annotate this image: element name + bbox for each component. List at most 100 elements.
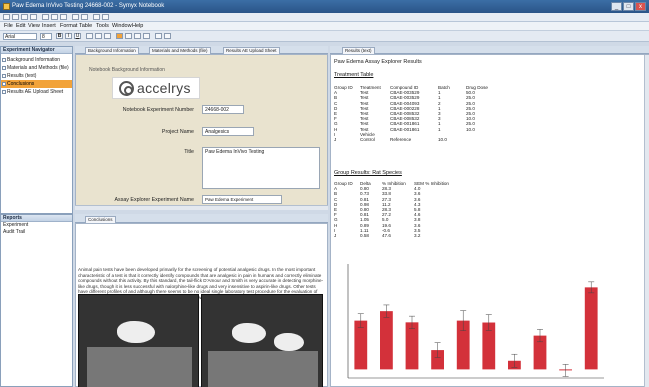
- cut-icon[interactable]: [42, 14, 49, 20]
- reports-header: Reports: [1, 215, 72, 222]
- list-icon[interactable]: [125, 33, 132, 39]
- redo-icon[interactable]: [81, 14, 88, 20]
- group-results-title: Group Results: Rat Species: [334, 170, 402, 176]
- treatment-cell: J: [334, 137, 337, 143]
- section-title: Notebook Background Information: [89, 67, 165, 73]
- logo-text: accelrys: [137, 80, 191, 96]
- align-right-icon[interactable]: [104, 33, 111, 39]
- project-name-field[interactable]: Analgesics: [202, 127, 254, 136]
- nav-item-materials[interactable]: Materials and Methods (file): [1, 64, 72, 72]
- chemistry-icon[interactable]: [155, 33, 162, 39]
- menu-insert[interactable]: Insert: [42, 23, 56, 29]
- italic-button[interactable]: I: [65, 33, 72, 39]
- align-center-icon[interactable]: [95, 33, 102, 39]
- link-icon[interactable]: [164, 33, 171, 39]
- experiment-number-label: Notebook Experiment Number: [122, 107, 194, 113]
- highlight-icon[interactable]: [116, 33, 123, 39]
- treatment-cell: Reference: [390, 137, 412, 143]
- menu-file[interactable]: File: [4, 23, 13, 29]
- rat-image: [274, 333, 304, 351]
- accelrys-logo: accelrys: [112, 77, 200, 99]
- close-button[interactable]: x: [635, 2, 646, 11]
- document-icon: [2, 74, 6, 78]
- image-icon[interactable]: [143, 33, 150, 39]
- font-select[interactable]: Arial: [3, 33, 37, 40]
- cage-floor: [87, 347, 192, 387]
- menu-view[interactable]: View: [28, 23, 40, 29]
- menu-format[interactable]: Format: [60, 23, 77, 29]
- document-icon: [2, 66, 6, 70]
- nav-item-background[interactable]: Background Information: [1, 56, 72, 64]
- underline-button[interactable]: U: [74, 33, 81, 39]
- menu-bar: File Edit View Insert Format Table Tools…: [0, 22, 649, 31]
- center-tab-strip: Background Information Materials and Met…: [75, 46, 328, 54]
- bar-C: [405, 322, 419, 370]
- treatment-table-title: Treatment Table: [334, 72, 374, 78]
- cage-floor: [208, 351, 318, 387]
- treatment-cell: Control: [360, 137, 375, 143]
- bold-button[interactable]: B: [56, 33, 63, 39]
- app-icon: [3, 3, 10, 10]
- document-icon: [2, 58, 6, 62]
- report-item-audit-trail[interactable]: Audit Trail: [1, 229, 72, 236]
- treatment-cell: [464, 137, 494, 142]
- tab-results-upload[interactable]: Results AE Upload Sheet: [223, 47, 280, 54]
- sign-icon[interactable]: [93, 14, 100, 20]
- report-item-experiment[interactable]: Experiment: [1, 222, 72, 229]
- minimize-button[interactable]: _: [611, 2, 622, 11]
- spreadsheet-icon: [2, 90, 6, 94]
- tab-conclusions[interactable]: Conclusions: [85, 216, 116, 223]
- new-icon[interactable]: [3, 14, 10, 20]
- copy-icon[interactable]: [51, 14, 58, 20]
- format-toolbar: Arial 8 B I U: [0, 31, 649, 42]
- navigator-header: Experiment Navigator: [1, 47, 72, 54]
- bar-B: [380, 311, 393, 370]
- print-icon[interactable]: [30, 14, 37, 20]
- save-icon[interactable]: [21, 14, 28, 20]
- treatment-table: Group ID Treatment Compound ID Batch Drug Do…: [332, 85, 494, 142]
- align-left-icon[interactable]: [86, 33, 93, 39]
- table-icon[interactable]: [134, 33, 141, 39]
- treatment-cell: 10.0: [438, 137, 447, 143]
- rat-image: [117, 321, 155, 343]
- report-vertical-scrollbar[interactable]: [644, 55, 649, 387]
- project-name-label: Project Name: [161, 129, 194, 135]
- tab-background-information[interactable]: Background Information: [85, 47, 139, 54]
- nav-label: Results (text): [7, 73, 37, 79]
- tab-results-text[interactable]: Results (text): [342, 47, 375, 54]
- nav-item-results-upload[interactable]: Results AE Upload Sheet: [1, 88, 72, 96]
- group-row: J 0.58 47.6 3.2: [332, 233, 451, 238]
- inhibition-bar-chart: [347, 264, 604, 379]
- logo-icon: [119, 81, 134, 96]
- experiment-number-field[interactable]: 24668-002: [202, 105, 244, 114]
- window-title: Paw Edema InVivo Testing 24668-002 - Sym…: [12, 3, 165, 9]
- title-label: Title: [184, 149, 194, 155]
- window-title-bar: Paw Edema InVivo Testing 24668-002 - Sym…: [0, 0, 649, 13]
- menu-tools[interactable]: Tools: [96, 23, 109, 29]
- menu-window[interactable]: Window: [112, 23, 132, 29]
- nav-item-results-text[interactable]: Results (text): [1, 72, 72, 80]
- title-field[interactable]: Paw Edema InVivo Testing: [202, 147, 320, 189]
- menu-edit[interactable]: Edit: [16, 23, 25, 29]
- open-icon[interactable]: [12, 14, 19, 20]
- group-header-row: Group ID Delta% Inhibition SEM % Inhibitio…: [332, 181, 451, 186]
- maximize-button[interactable]: □: [623, 2, 634, 11]
- help-icon[interactable]: [102, 14, 109, 20]
- menu-help[interactable]: Help: [132, 23, 143, 29]
- tab-materials-methods[interactable]: Materials and Methods (file): [149, 47, 211, 54]
- bar-A: [354, 320, 368, 370]
- nav-item-conclusions[interactable]: Conclusions: [1, 80, 72, 88]
- nav-label: Results AE Upload Sheet: [7, 89, 64, 95]
- background-information-form: Notebook Background Information accelrys…: [75, 54, 328, 210]
- menu-table[interactable]: Table: [79, 23, 92, 29]
- main-toolbar: [0, 13, 649, 22]
- undo-icon[interactable]: [72, 14, 79, 20]
- font-size-select[interactable]: 8: [40, 33, 52, 40]
- nav-label: Background Information: [7, 57, 61, 63]
- form-horizontal-scrollbar[interactable]: [75, 205, 328, 210]
- document-icon: [2, 82, 6, 86]
- group-cell: J: [334, 233, 337, 239]
- nav-label: Materials and Methods (file): [7, 65, 69, 71]
- paste-icon[interactable]: [60, 14, 67, 20]
- assay-name-field[interactable]: Paw Edema Experiment: [202, 195, 282, 204]
